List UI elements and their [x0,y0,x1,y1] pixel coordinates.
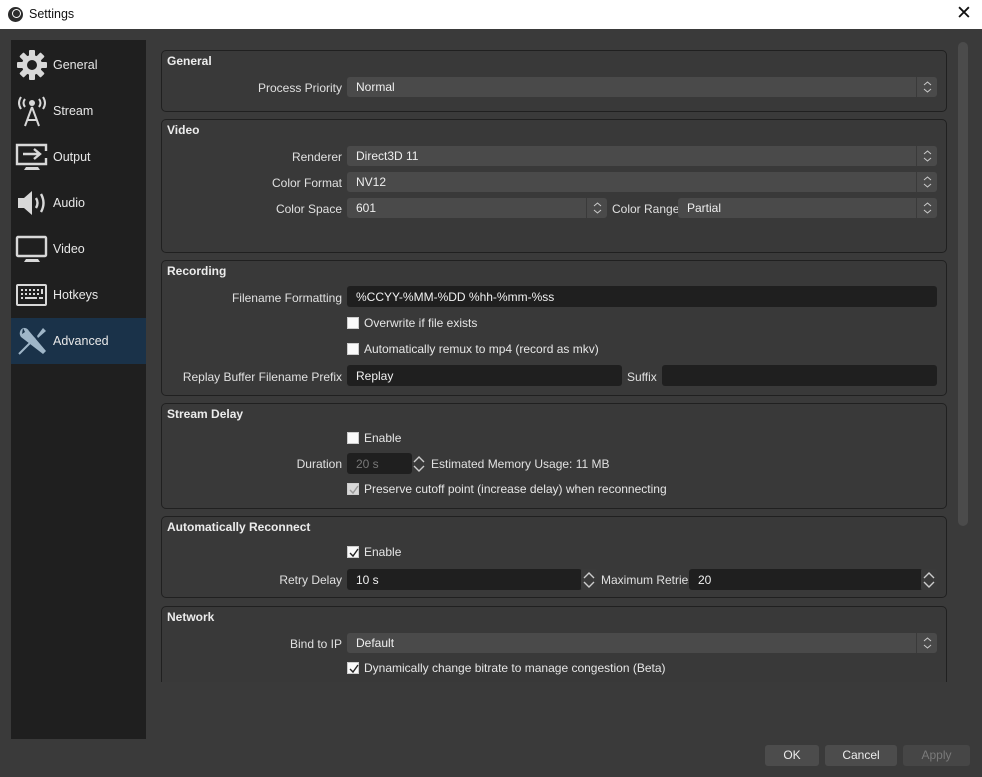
obs-logo-icon [8,7,23,22]
updown-arrow-icon [916,146,937,166]
network-group: Network Bind to IP Default Dynamically c… [161,606,947,682]
replay-suffix-input[interactable] [662,365,937,386]
general-group: General Process Priority Normal [161,50,947,112]
bind-to-ip-select[interactable]: Default [347,633,937,653]
max-retries-spinbox[interactable]: 20 [689,569,923,590]
antenna-icon [14,93,50,129]
group-title: General [167,54,212,68]
sidebar-item-label: Hotkeys [53,288,99,302]
color-format-select[interactable]: NV12 [347,172,937,192]
sidebar-item-label: Audio [53,196,85,210]
updown-arrow-icon [916,198,937,218]
keyboard-icon [14,277,50,313]
sidebar-item-general[interactable]: General [11,42,146,88]
renderer-label: Renderer [291,150,342,164]
preserve-cutoff-checkbox[interactable]: Preserve cutoff point (increase delay) w… [347,482,667,496]
updown-arrow-icon [916,633,937,653]
replay-prefix-input[interactable]: Replay [347,365,622,386]
updown-arrow-icon [916,77,937,97]
sidebar-item-audio[interactable]: Audio [11,180,146,226]
duration-spin-arrows[interactable] [411,453,427,474]
renderer-select[interactable]: Direct3D 11 [347,146,937,166]
filename-formatting-label: Filename Formatting [231,291,342,305]
color-space-select[interactable]: 601 [347,198,607,218]
remux-checkbox[interactable]: Automatically remux to mp4 (record as mk… [347,342,599,356]
stream-delay-group: Stream Delay Enable Duration 20 s Estima… [161,403,947,509]
scrollbar-thumb[interactable] [958,42,968,526]
video-group: Video Renderer Direct3D 11 Color Format … [161,119,947,253]
color-range-select[interactable]: Partial [678,198,937,218]
apply-button[interactable]: Apply [903,745,970,766]
bind-to-ip-label: Bind to IP [289,637,342,651]
memory-usage-text: Estimated Memory Usage: 11 MB [431,457,610,471]
updown-arrow-icon [916,172,937,192]
retry-delay-spin-arrows[interactable] [581,569,597,590]
process-priority-select[interactable]: Normal [347,77,937,97]
retry-delay-label: Retry Delay [279,573,342,587]
color-range-label: Color Range [612,202,680,216]
close-icon[interactable]: ✕ [952,3,976,25]
ok-button[interactable]: OK [765,745,819,766]
replay-prefix-label: Replay Buffer Filename Prefix [182,370,342,384]
max-retries-spin-arrows[interactable] [921,569,937,590]
sidebar-item-label: Output [53,150,91,164]
sidebar-item-label: Advanced [53,334,109,348]
replay-suffix-label: Suffix [627,370,657,384]
filename-formatting-input[interactable]: %CCYY-%MM-%DD %hh-%mm-%ss [347,286,937,307]
recording-group: Recording Filename Formatting %CCYY-%MM-… [161,260,947,396]
output-monitor-icon [14,139,50,175]
scroll-viewport-bottom: Network Bind to IP Default Dynamically c… [155,600,955,682]
group-title: Video [167,123,200,137]
tools-icon [14,323,50,359]
auto-reconnect-group: Automatically Reconnect Enable Retry Del… [161,516,947,598]
max-retries-label: Maximum Retries [601,573,695,587]
window-title: Settings [29,7,75,21]
sidebar-item-video[interactable]: Video [11,226,146,272]
sidebar-item-stream[interactable]: Stream [11,88,146,134]
sidebar-item-output[interactable]: Output [11,134,146,180]
speaker-icon [14,185,50,221]
sidebar-item-advanced[interactable]: Advanced [11,318,146,364]
stream-delay-enable-checkbox[interactable]: Enable [347,431,401,445]
sidebar-item-label: Video [53,242,85,256]
group-title: Automatically Reconnect [167,520,311,534]
cancel-button[interactable]: Cancel [825,745,897,766]
color-space-label: Color Space [275,202,342,216]
overwrite-checkbox[interactable]: Overwrite if file exists [347,316,477,330]
group-title: Stream Delay [167,407,244,421]
duration-spinbox[interactable]: 20 s [347,453,412,474]
settings-sidebar: General Stream Output Audio Video Hotkey… [11,40,146,739]
sidebar-item-label: General [53,58,98,72]
vertical-scrollbar[interactable] [956,40,970,682]
auto-reconnect-enable-checkbox[interactable]: Enable [347,545,401,559]
retry-delay-spinbox[interactable]: 10 s [347,569,582,590]
dynamic-bitrate-checkbox[interactable]: Dynamically change bitrate to manage con… [347,661,666,675]
monitor-icon [14,231,50,267]
sidebar-item-label: Stream [53,104,94,118]
gear-icon [14,47,50,83]
duration-label: Duration [296,457,342,471]
sidebar-item-hotkeys[interactable]: Hotkeys [11,272,146,318]
color-format-label: Color Format [271,176,342,190]
group-title: Recording [167,264,227,278]
updown-arrow-icon [586,198,607,218]
group-title: Network [167,610,215,624]
process-priority-label: Process Priority [257,81,342,95]
title-bar: Settings ✕ [0,0,982,29]
